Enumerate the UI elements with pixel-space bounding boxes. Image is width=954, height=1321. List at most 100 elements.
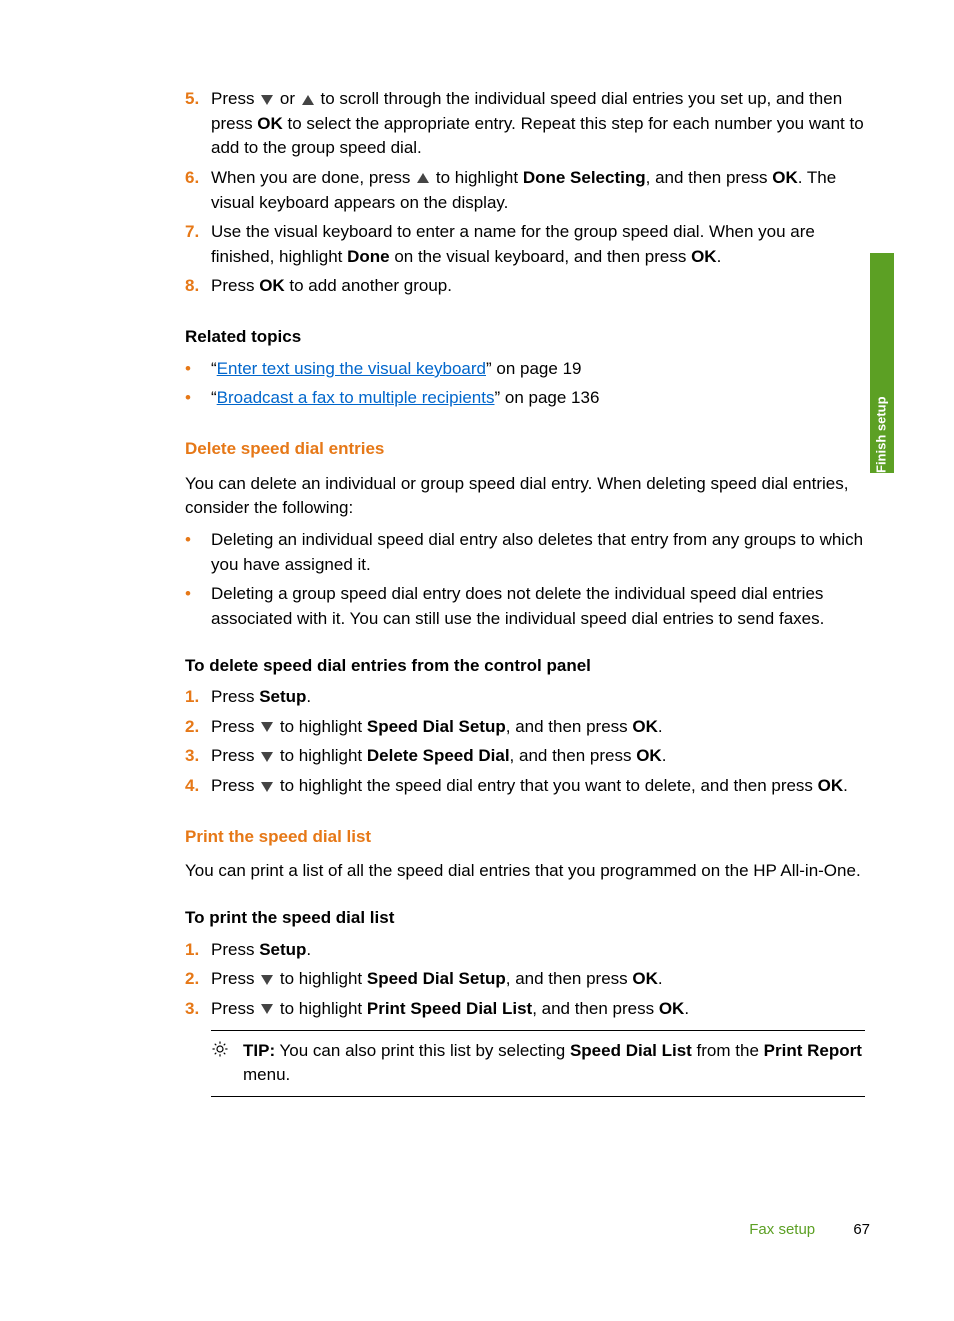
page-ref: on page 136 [500,388,599,407]
delete-intro: You can delete an individual or group sp… [185,472,865,521]
step-body: When you are done, press to highlight Do… [211,166,865,215]
step-5: 5. Press or to scroll through the indivi… [185,87,865,161]
print-speed-dial-list-label: Print Speed Dial List [367,999,532,1018]
down-arrow-icon [261,975,273,985]
delete-speed-dial-label: Delete Speed Dial [367,746,510,765]
text: . [306,940,311,959]
delete-step-1: 1. Press Setup. [185,685,865,710]
ok-label: OK [636,746,662,765]
link-broadcast-fax[interactable]: Broadcast a fax to multiple recipients [217,388,495,407]
step-body: Press Setup. [211,685,865,710]
tip-icon [211,1039,243,1088]
step-number: 6. [185,166,211,215]
page-ref: on page 19 [492,359,582,378]
bullet-text: Deleting an individual speed dial entry … [211,528,865,577]
text: Press [211,940,259,959]
text: Press [211,89,259,108]
print-intro: You can print a list of all the speed di… [185,859,865,884]
bullet-icon: • [185,357,211,382]
bullet-icon: • [185,386,211,411]
text: or [275,89,300,108]
speed-dial-setup-label: Speed Dial Setup [367,969,506,988]
text: to select the appropriate entry. Repeat … [211,114,864,158]
footer-page-number: 67 [853,1221,870,1238]
step-7: 7. Use the visual keyboard to enter a na… [185,220,865,269]
text: , and then press [646,168,773,187]
text: Press [211,687,259,706]
text: to add another group. [285,276,452,295]
step-number: 1. [185,685,211,710]
print-step-3: 3. Press to highlight Print Speed Dial L… [185,997,865,1022]
tip-box: TIP: You can also print this list by sel… [211,1030,865,1097]
print-step-2: 2. Press to highlight Speed Dial Setup, … [185,967,865,992]
step-body: Press OK to add another group. [211,274,865,299]
footer-section: Fax setup [749,1221,815,1238]
done-label: Done [347,247,390,266]
up-arrow-icon [417,173,429,183]
step-number: 4. [185,774,211,799]
down-arrow-icon [261,722,273,732]
down-arrow-icon [261,1004,273,1014]
text: Press [211,276,259,295]
text: You can also print this list by selectin… [275,1041,570,1060]
related-item: • “Enter text using the visual keyboard”… [185,357,865,382]
delete-step-4: 4. Press to highlight the speed dial ent… [185,774,865,799]
step-6: 6. When you are done, press to highlight… [185,166,865,215]
text: to highlight [431,168,523,187]
text: to highlight [275,746,367,765]
up-arrow-icon [302,95,314,105]
delete-proc-heading: To delete speed dial entries from the co… [185,654,865,679]
step-body: Press to highlight Speed Dial Setup, and… [211,715,865,740]
ok-label: OK [818,776,844,795]
ok-label: OK [772,168,798,187]
side-tab: Finish setup [870,253,894,473]
step-number: 3. [185,744,211,769]
text: on the visual keyboard, and then press [390,247,691,266]
tip-body: TIP: You can also print this list by sel… [243,1039,865,1088]
down-arrow-icon [261,782,273,792]
list-item: • Deleting a group speed dial entry does… [185,582,865,631]
text: Press [211,969,259,988]
text: to highlight the speed dial entry that y… [275,776,817,795]
text: Press [211,717,259,736]
step-number: 7. [185,220,211,269]
ok-label: OK [257,114,283,133]
text: . [306,687,311,706]
ok-label: OK [632,969,658,988]
text: Press [211,746,259,765]
link-visual-keyboard[interactable]: Enter text using the visual keyboard [217,359,486,378]
text: , and then press [532,999,659,1018]
text: to highlight [275,717,367,736]
print-report-label: Print Report [764,1041,862,1060]
related-body: “Enter text using the visual keyboard” o… [211,357,581,382]
text: . [658,717,663,736]
page-footer: Fax setup 67 [749,1219,870,1241]
step-number: 2. [185,967,211,992]
related-topics-heading: Related topics [185,325,865,350]
print-step-1: 1. Press Setup. [185,938,865,963]
text: When you are done, press [211,168,415,187]
bullet-icon: • [185,582,211,631]
related-body: “Broadcast a fax to multiple recipients”… [211,386,599,411]
text: to highlight [275,969,367,988]
text: , and then press [510,746,637,765]
step-body: Press to highlight Speed Dial Setup, and… [211,967,865,992]
speed-dial-list-label: Speed Dial List [570,1041,692,1060]
down-arrow-icon [261,95,273,105]
step-body: Press to highlight Print Speed Dial List… [211,997,865,1022]
step-number: 1. [185,938,211,963]
delete-section-heading: Delete speed dial entries [185,437,865,462]
bullet-icon: • [185,528,211,577]
text: menu. [243,1065,290,1084]
text: . [843,776,848,795]
print-proc-heading: To print the speed dial list [185,906,865,931]
step-number: 8. [185,274,211,299]
ok-label: OK [691,247,717,266]
text: . [662,746,667,765]
text: Press [211,776,259,795]
text: . [658,969,663,988]
setup-label: Setup [259,940,306,959]
text: Press [211,999,259,1018]
text: , and then press [506,969,633,988]
ok-label: OK [632,717,658,736]
